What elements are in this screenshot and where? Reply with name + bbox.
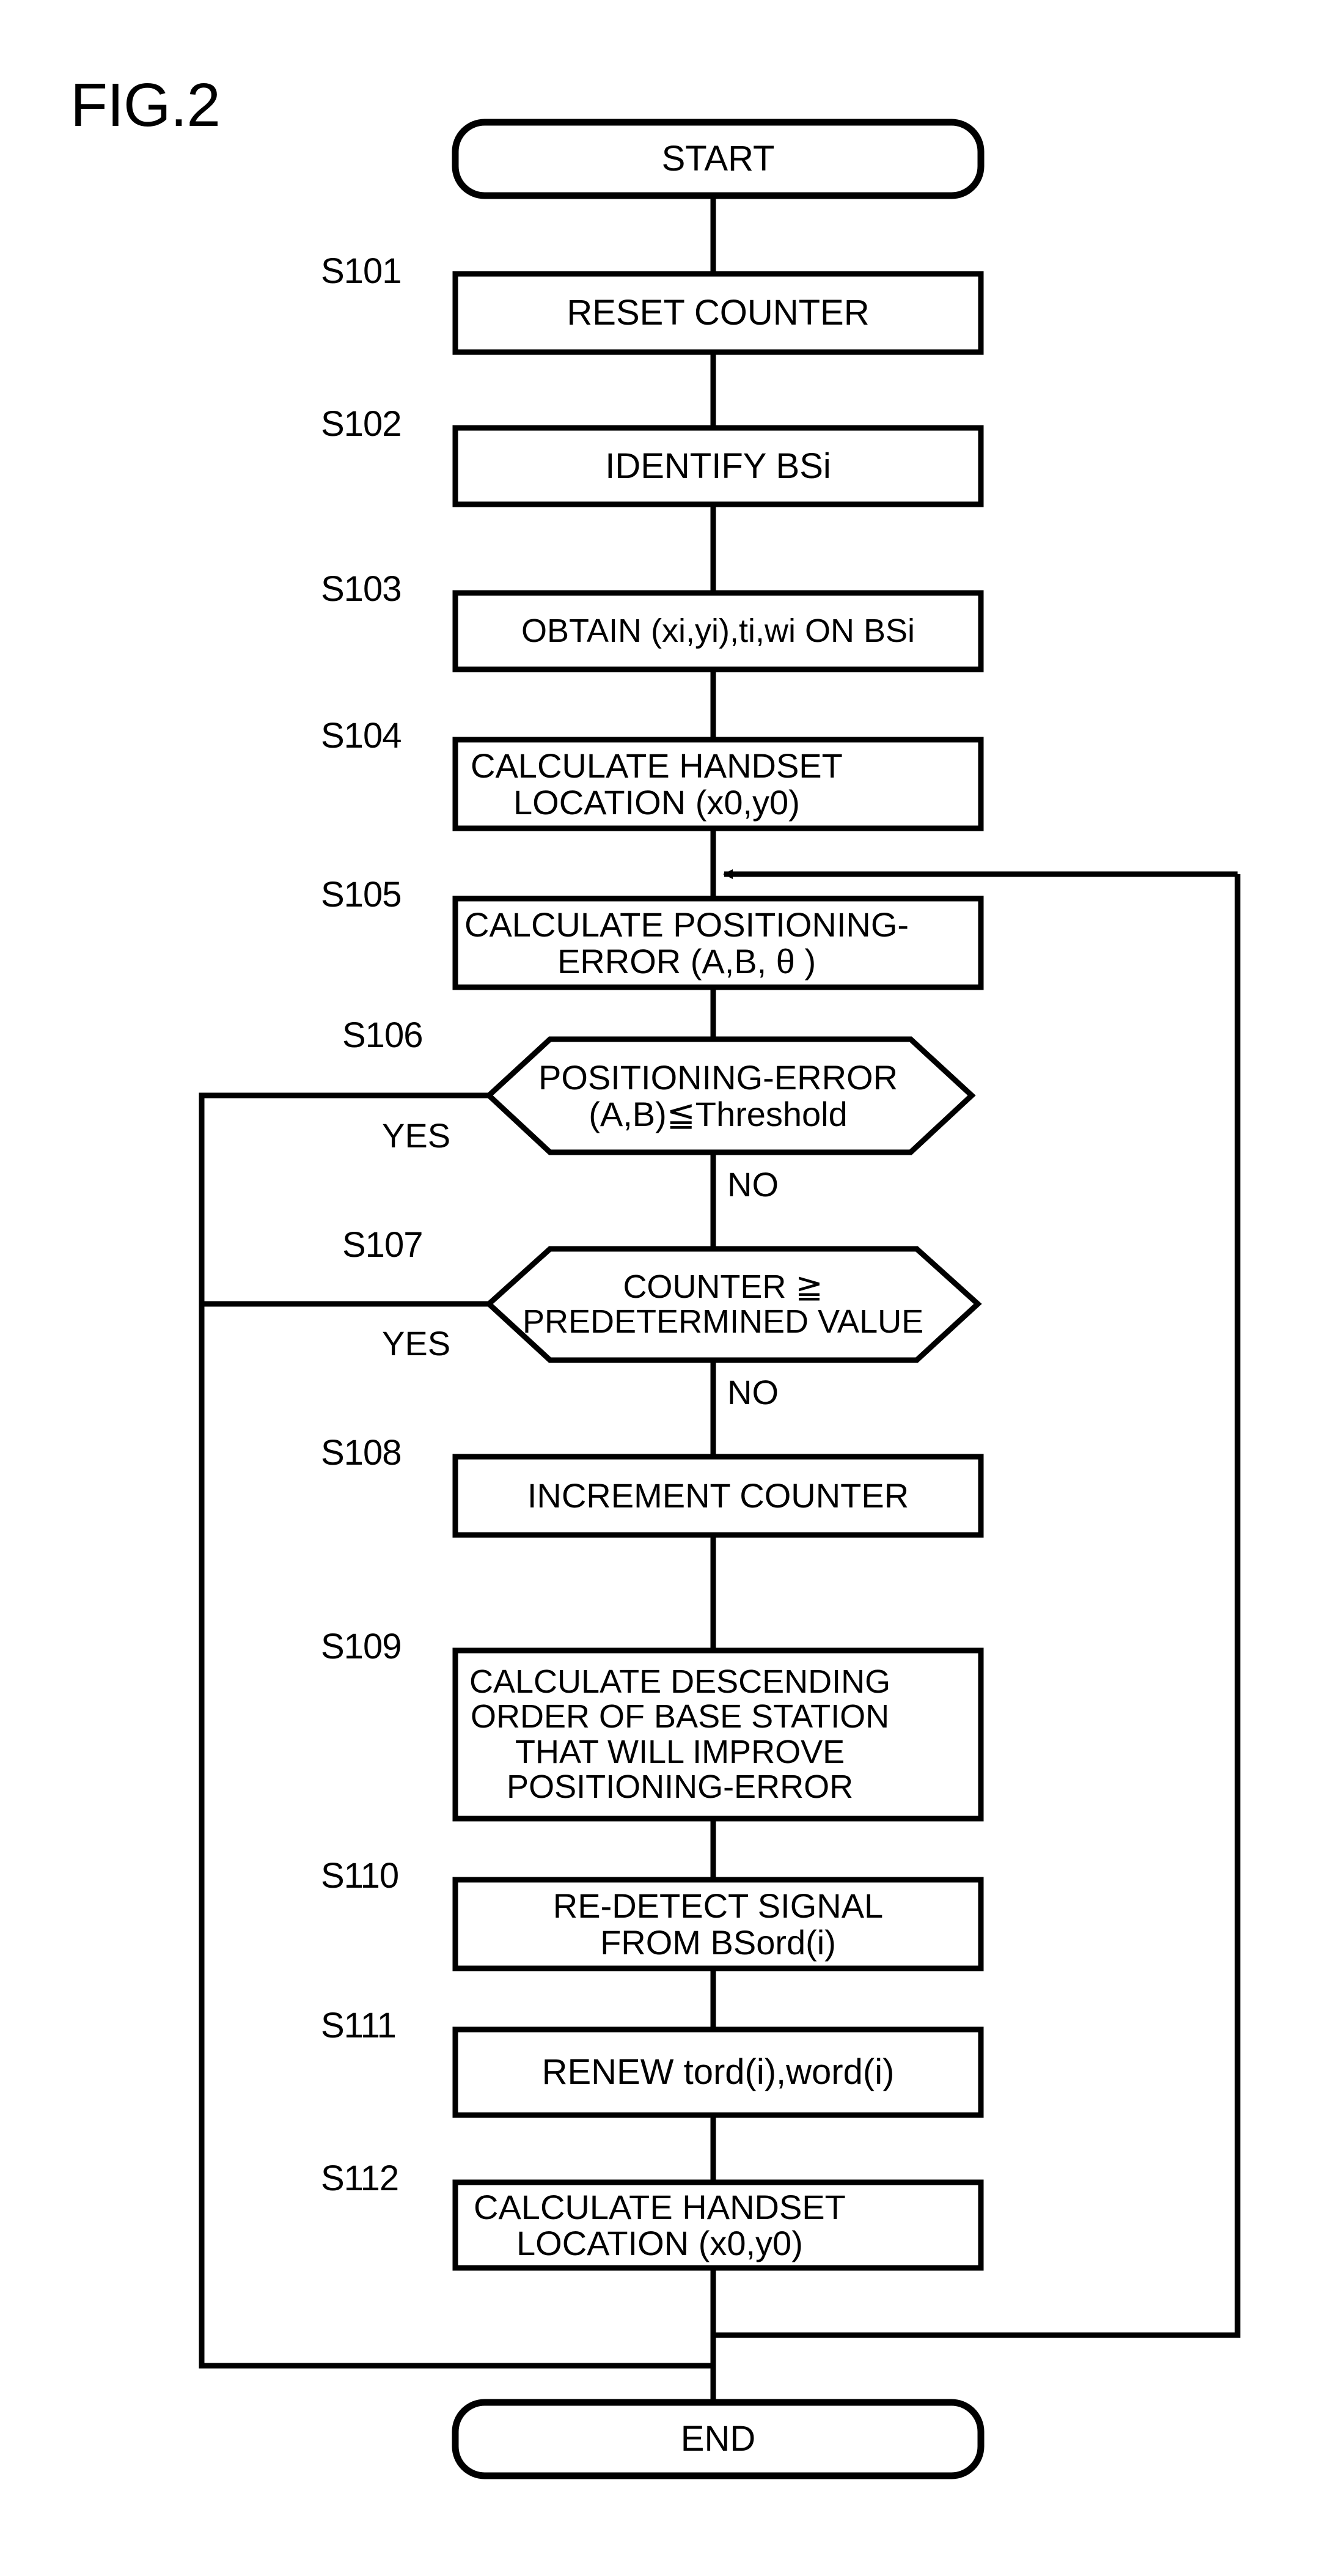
step-label-s101: S101 — [321, 251, 402, 291]
figure-title: FIG.2 — [70, 71, 221, 139]
node-s104-shape — [452, 737, 984, 831]
node-s108-shape — [452, 1454, 984, 1538]
node-s103-shape — [452, 590, 984, 672]
node-s110-shape — [452, 1877, 984, 1971]
step-label-s112: S112 — [321, 2158, 399, 2198]
step-label-s108: S108 — [321, 1433, 402, 1473]
node-s112-shape — [452, 2179, 984, 2271]
node-end-shape — [452, 2399, 985, 2479]
step-label-s110: S110 — [321, 1856, 399, 1896]
step-label-s105: S105 — [321, 875, 402, 914]
step-label-s103: S103 — [321, 569, 402, 609]
figure-canvas: FIG.2 S101 S102 S103 S104 S105 S106 S107… — [0, 0, 1339, 2576]
step-label-s111: S111 — [321, 2006, 397, 2045]
branch-label-s107-no: NO — [727, 1373, 779, 1411]
node-start-shape — [452, 119, 985, 199]
step-label-s109: S109 — [321, 1627, 402, 1666]
branch-label-s106-yes: YES — [382, 1116, 451, 1155]
node-s111-shape — [452, 2026, 984, 2118]
node-s105-shape — [452, 896, 984, 990]
node-s101-shape — [452, 271, 984, 355]
step-label-s104: S104 — [321, 716, 402, 756]
step-label-s107: S107 — [342, 1225, 423, 1265]
node-s106-shape — [485, 1036, 976, 1155]
branch-label-s107-yes: YES — [382, 1324, 451, 1363]
node-s107-shape — [485, 1246, 982, 1363]
step-label-s106: S106 — [342, 1015, 423, 1055]
flowchart-diagram — [199, 119, 1241, 2479]
node-s109-shape — [452, 1647, 984, 1822]
step-label-s102: S102 — [321, 404, 402, 444]
node-s102-shape — [452, 425, 984, 507]
branch-label-s106-no: NO — [727, 1165, 779, 1204]
